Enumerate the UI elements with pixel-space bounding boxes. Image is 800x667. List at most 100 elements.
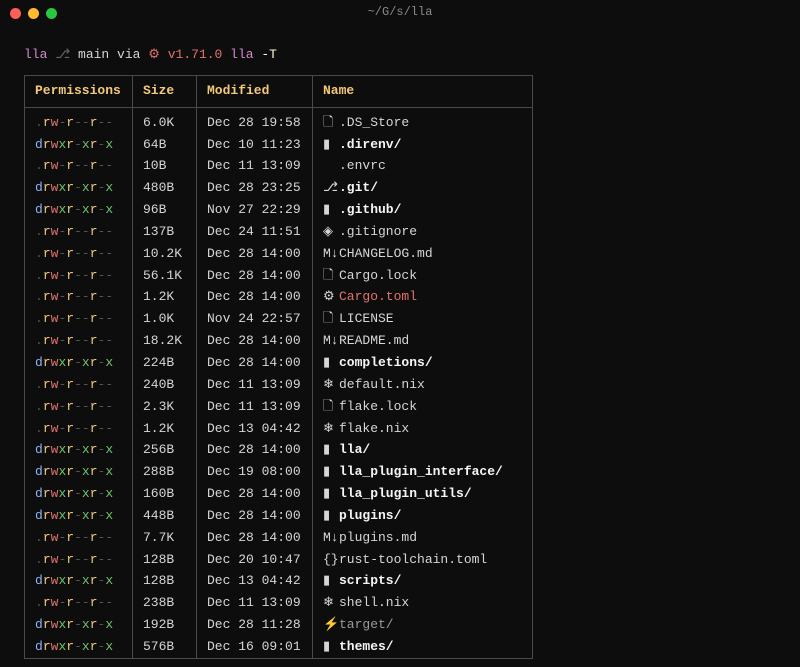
cell-permissions: drwxr-xr-x (25, 483, 133, 505)
typed-cmd: lla (230, 47, 253, 62)
cell-size: 56.1K (133, 265, 197, 287)
cell-size: 1.2K (133, 286, 197, 308)
cell-size: 2.3K (133, 396, 197, 418)
cell-permissions: .rw-r--r-- (25, 592, 133, 614)
file-name: default.nix (339, 377, 425, 392)
cell-modified: Dec 28 19:58 (197, 107, 313, 133)
table-row: .rw-r--r--56.1KDec 28 14:00🗋Cargo.lock (25, 265, 533, 287)
cell-name: ▮completions/ (313, 352, 533, 374)
close-icon[interactable] (10, 8, 21, 19)
cell-name: M↓README.md (313, 330, 533, 352)
cell-name: ❄default.nix (313, 374, 533, 396)
table-row: .rw-r--r--2.3KDec 11 13:09🗋flake.lock (25, 396, 533, 418)
cell-name: ▮lla_plugin_utils/ (313, 483, 533, 505)
md-icon: M↓ (323, 245, 339, 264)
toml-icon: {} (323, 551, 339, 570)
cell-name: ▮scripts/ (313, 570, 533, 592)
nix-icon: ❄ (323, 594, 339, 613)
cell-modified: Dec 28 23:25 (197, 177, 313, 199)
file-name: CHANGELOG.md (339, 246, 433, 261)
cell-size: 10.2K (133, 243, 197, 265)
cell-permissions: .rw-r--r-- (25, 155, 133, 177)
cell-size: 18.2K (133, 330, 197, 352)
zoom-icon[interactable] (46, 8, 57, 19)
cell-modified: Dec 28 14:00 (197, 265, 313, 287)
cell-modified: Dec 11 13:09 (197, 155, 313, 177)
terminal-body[interactable]: lla ⎇ main via ⚙ v1.71.0 lla -T Permissi… (0, 26, 800, 667)
file-name: .git/ (339, 180, 378, 195)
file-name: shell.nix (339, 595, 409, 610)
cell-name: ▮plugins/ (313, 505, 533, 527)
cell-size: 224B (133, 352, 197, 374)
file-name: scripts/ (339, 573, 401, 588)
file-name: flake.lock (339, 399, 417, 414)
cell-name: 🗋LICENSE (313, 308, 533, 330)
git-branch: main (78, 47, 109, 62)
table-row: .rw-r--r--10BDec 11 13:09 .envrc (25, 155, 533, 177)
gitign-icon: ◈ (323, 223, 339, 242)
rust-version: v1.71.0 (168, 47, 223, 62)
file-icon: 🗋 (323, 267, 339, 286)
traffic-lights (10, 8, 57, 19)
file-name: themes/ (339, 639, 394, 654)
table-row: drwxr-xr-x576BDec 16 09:01▮themes/ (25, 636, 533, 658)
cell-permissions: .rw-r--r-- (25, 527, 133, 549)
cell-permissions: drwxr-xr-x (25, 461, 133, 483)
cell-permissions: .rw-r--r-- (25, 308, 133, 330)
cell-permissions: .rw-r--r-- (25, 243, 133, 265)
cell-size: 7.7K (133, 527, 197, 549)
table-row: drwxr-xr-x224BDec 28 14:00▮completions/ (25, 352, 533, 374)
folder-icon: ▮ (323, 463, 339, 482)
minimize-icon[interactable] (28, 8, 39, 19)
file-name: lla_plugin_interface/ (339, 464, 503, 479)
listing-table: Permissions Size Modified Name .rw-r--r-… (24, 75, 533, 659)
cell-permissions: .rw-r--r-- (25, 286, 133, 308)
cell-permissions: drwxr-xr-x (25, 614, 133, 636)
cell-permissions: .rw-r--r-- (25, 221, 133, 243)
cell-size: 448B (133, 505, 197, 527)
file-name: .envrc (339, 158, 386, 173)
table-row: drwxr-xr-x128BDec 13 04:42▮scripts/ (25, 570, 533, 592)
cell-size: 192B (133, 614, 197, 636)
cell-name: ▮lla_plugin_interface/ (313, 461, 533, 483)
cell-modified: Dec 28 14:00 (197, 483, 313, 505)
window-title: ~/G/s/lla (0, 4, 800, 21)
file-name: plugins.md (339, 530, 417, 545)
cell-permissions: drwxr-xr-x (25, 439, 133, 461)
cell-name: ❄shell.nix (313, 592, 533, 614)
folder-icon: ▮ (323, 201, 339, 220)
file-icon: 🗋 (323, 114, 339, 133)
cell-modified: Nov 24 22:57 (197, 308, 313, 330)
folder-icon: ▮ (323, 354, 339, 373)
cell-modified: Dec 28 14:00 (197, 243, 313, 265)
cell-size: 288B (133, 461, 197, 483)
cell-permissions: .rw-r--r-- (25, 549, 133, 571)
table-row: .rw-r--r--6.0KDec 28 19:58🗋.DS_Store (25, 107, 533, 133)
cell-size: 10B (133, 155, 197, 177)
window-titlebar: ~/G/s/lla (0, 0, 800, 26)
folder-icon: ▮ (323, 136, 339, 155)
shell-prompt: lla ⎇ main via ⚙ v1.71.0 lla -T (24, 46, 776, 65)
cell-permissions: drwxr-xr-x (25, 636, 133, 658)
col-size: Size (133, 75, 197, 107)
cell-modified: Dec 24 11:51 (197, 221, 313, 243)
cell-permissions: drwxr-xr-x (25, 352, 133, 374)
cell-modified: Dec 28 14:00 (197, 527, 313, 549)
file-icon: 🗋 (323, 398, 339, 417)
table-row: drwxr-xr-x448BDec 28 14:00▮plugins/ (25, 505, 533, 527)
cell-size: 64B (133, 134, 197, 156)
cell-name: 🗋Cargo.lock (313, 265, 533, 287)
table-row: drwxr-xr-x192BDec 28 11:28⚡target/ (25, 614, 533, 636)
cell-modified: Dec 19 08:00 (197, 461, 313, 483)
cell-size: 240B (133, 374, 197, 396)
table-row: drwxr-xr-x160BDec 28 14:00▮lla_plugin_ut… (25, 483, 533, 505)
table-row: .rw-r--r--7.7KDec 28 14:00 M↓plugins.md (25, 527, 533, 549)
cell-size: 128B (133, 549, 197, 571)
file-name: LICENSE (339, 311, 394, 326)
cell-name: ❄flake.nix (313, 418, 533, 440)
file-name: lla/ (339, 442, 370, 457)
cell-modified: Dec 28 14:00 (197, 352, 313, 374)
table-row: drwxr-xr-x288BDec 19 08:00▮lla_plugin_in… (25, 461, 533, 483)
md-icon: M↓ (323, 529, 339, 548)
cell-permissions: .rw-r--r-- (25, 374, 133, 396)
